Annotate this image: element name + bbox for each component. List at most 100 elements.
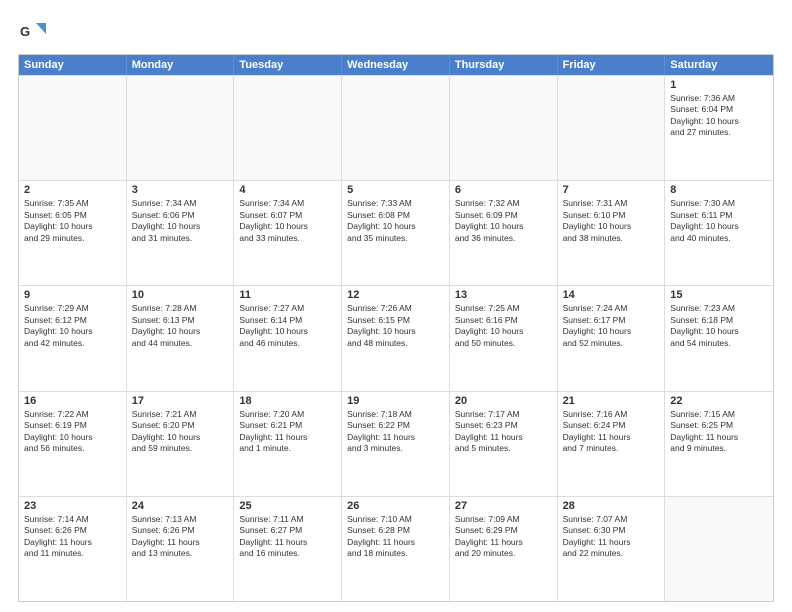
calendar-cell: 25Sunrise: 7:11 AM Sunset: 6:27 PM Dayli… [234,497,342,601]
calendar-row-0: 1 Sunrise: 7:36 AM Sunset: 6:04 PM Daylig… [19,75,773,180]
calendar-cell [234,76,342,180]
day-number: 16 [24,395,121,407]
calendar: SundayMondayTuesdayWednesdayThursdayFrid… [18,54,774,602]
day-number: 11 [239,289,336,301]
header-day-tuesday: Tuesday [234,55,342,75]
calendar-cell: 24 Sunrise: 7:13 AM Sunset: 6:26 PM Dayli… [127,497,235,601]
calendar-cell: 26 Sunrise: 7:10 AM Sunset: 6:28 PM Dayli… [342,497,450,601]
day-number: 15 [670,289,768,301]
calendar-row-1: 2 Sunrise: 7:35 AM Sunset: 6:05 PM Daylig… [19,180,773,285]
day-number: 3 [132,184,229,196]
calendar-row-2: 9 Sunrise: 7:29 AM Sunset: 6:12 PM Daylig… [19,285,773,390]
day-number: 19 [347,395,444,407]
day-number: 2 [24,184,121,196]
cell-details: Sunrise: 7:16 AM Sunset: 6:24 PM Dayligh… [563,409,660,455]
calendar-cell: 12 Sunrise: 7:26 AM Sunset: 6:15 PM Dayli… [342,286,450,390]
calendar-cell: 9 Sunrise: 7:29 AM Sunset: 6:12 PM Daylig… [19,286,127,390]
calendar-cell: 13 Sunrise: 7:25 AM Sunset: 6:16 PM Dayli… [450,286,558,390]
cell-details: Sunrise: 7:14 AM Sunset: 6:26 PM Dayligh… [24,514,121,560]
header-day-wednesday: Wednesday [342,55,450,75]
calendar-cell [127,76,235,180]
calendar-cell: 5 Sunrise: 7:33 AM Sunset: 6:08 PM Daylig… [342,181,450,285]
calendar-cell [558,76,666,180]
day-number: 14 [563,289,660,301]
calendar-cell: 1 Sunrise: 7:36 AM Sunset: 6:04 PM Daylig… [665,76,773,180]
cell-details: Sunrise: 7:15 AM Sunset: 6:25 PM Dayligh… [670,409,768,455]
header-day-thursday: Thursday [450,55,558,75]
calendar-cell: 10Sunrise: 7:28 AM Sunset: 6:13 PM Dayli… [127,286,235,390]
cell-details: Sunrise: 7:07 AM Sunset: 6:30 PM Dayligh… [563,514,660,560]
calendar-cell: 23 Sunrise: 7:14 AM Sunset: 6:26 PM Dayli… [19,497,127,601]
calendar-cell: 19 Sunrise: 7:18 AM Sunset: 6:22 PM Dayli… [342,392,450,496]
day-number: 13 [455,289,552,301]
cell-details: Sunrise: 7:33 AM Sunset: 6:08 PM Dayligh… [347,198,444,244]
calendar-body: 1 Sunrise: 7:36 AM Sunset: 6:04 PM Daylig… [19,75,773,601]
cell-details: Sunrise: 7:09 AM Sunset: 6:29 PM Dayligh… [455,514,552,560]
cell-details: Sunrise: 7:26 AM Sunset: 6:15 PM Dayligh… [347,303,444,349]
calendar-cell: 8 Sunrise: 7:30 AM Sunset: 6:11 PM Daylig… [665,181,773,285]
calendar-cell: 15Sunrise: 7:23 AM Sunset: 6:18 PM Dayli… [665,286,773,390]
cell-details: Sunrise: 7:29 AM Sunset: 6:12 PM Dayligh… [24,303,121,349]
day-number: 4 [239,184,336,196]
calendar-cell: 21 Sunrise: 7:16 AM Sunset: 6:24 PM Dayli… [558,392,666,496]
day-number: 10 [132,289,229,301]
calendar-cell: 17 Sunrise: 7:21 AM Sunset: 6:20 PM Dayli… [127,392,235,496]
cell-details: Sunrise: 7:11 AM Sunset: 6:27 PM Dayligh… [239,514,336,560]
cell-details: Sunrise: 7:30 AM Sunset: 6:11 PM Dayligh… [670,198,768,244]
calendar-cell: 16 Sunrise: 7:22 AM Sunset: 6:19 PM Dayli… [19,392,127,496]
day-number: 24 [132,500,229,512]
cell-details: Sunrise: 7:31 AM Sunset: 6:10 PM Dayligh… [563,198,660,244]
header: G [18,18,774,46]
calendar-cell: 20 Sunrise: 7:17 AM Sunset: 6:23 PM Dayli… [450,392,558,496]
cell-details: Sunrise: 7:13 AM Sunset: 6:26 PM Dayligh… [132,514,229,560]
day-number: 28 [563,500,660,512]
calendar-cell: 14 Sunrise: 7:24 AM Sunset: 6:17 PM Dayli… [558,286,666,390]
cell-details: Sunrise: 7:22 AM Sunset: 6:19 PM Dayligh… [24,409,121,455]
calendar-cell: 22 Sunrise: 7:15 AM Sunset: 6:25 PM Dayli… [665,392,773,496]
day-number: 26 [347,500,444,512]
day-number: 21 [563,395,660,407]
day-number: 8 [670,184,768,196]
calendar-cell [665,497,773,601]
calendar-cell: 7 Sunrise: 7:31 AM Sunset: 6:10 PM Daylig… [558,181,666,285]
svg-text:G: G [20,24,30,39]
calendar-cell: 3 Sunrise: 7:34 AM Sunset: 6:06 PM Daylig… [127,181,235,285]
calendar-cell [450,76,558,180]
logo-icon: G [18,18,46,46]
day-number: 9 [24,289,121,301]
day-number: 5 [347,184,444,196]
day-number: 23 [24,500,121,512]
cell-details: Sunrise: 7:32 AM Sunset: 6:09 PM Dayligh… [455,198,552,244]
cell-details: Sunrise: 7:20 AM Sunset: 6:21 PM Dayligh… [239,409,336,455]
day-number: 18 [239,395,336,407]
day-number: 20 [455,395,552,407]
calendar-cell: 11 Sunrise: 7:27 AM Sunset: 6:14 PM Dayli… [234,286,342,390]
calendar-cell [19,76,127,180]
day-number: 6 [455,184,552,196]
day-number: 7 [563,184,660,196]
cell-details: Sunrise: 7:27 AM Sunset: 6:14 PM Dayligh… [239,303,336,349]
cell-details: Sunrise: 7:17 AM Sunset: 6:23 PM Dayligh… [455,409,552,455]
page: G SundayMondayTuesdayWednesdayThursdayFr… [0,0,792,612]
day-number: 17 [132,395,229,407]
cell-details: Sunrise: 7:35 AM Sunset: 6:05 PM Dayligh… [24,198,121,244]
cell-details: Sunrise: 7:34 AM Sunset: 6:06 PM Dayligh… [132,198,229,244]
calendar-header: SundayMondayTuesdayWednesdayThursdayFrid… [19,55,773,75]
day-number: 22 [670,395,768,407]
cell-details: Sunrise: 7:25 AM Sunset: 6:16 PM Dayligh… [455,303,552,349]
header-day-saturday: Saturday [665,55,773,75]
calendar-cell: 4Sunrise: 7:34 AM Sunset: 6:07 PM Daylig… [234,181,342,285]
header-day-monday: Monday [127,55,235,75]
cell-details: Sunrise: 7:10 AM Sunset: 6:28 PM Dayligh… [347,514,444,560]
calendar-row-4: 23 Sunrise: 7:14 AM Sunset: 6:26 PM Dayli… [19,496,773,601]
cell-details: Sunrise: 7:36 AM Sunset: 6:04 PM Dayligh… [670,93,768,139]
header-day-sunday: Sunday [19,55,127,75]
header-day-friday: Friday [558,55,666,75]
cell-details: Sunrise: 7:21 AM Sunset: 6:20 PM Dayligh… [132,409,229,455]
cell-details: Sunrise: 7:24 AM Sunset: 6:17 PM Dayligh… [563,303,660,349]
calendar-cell: 28 Sunrise: 7:07 AM Sunset: 6:30 PM Dayli… [558,497,666,601]
day-number: 1 [670,79,768,91]
calendar-row-3: 16 Sunrise: 7:22 AM Sunset: 6:19 PM Dayli… [19,391,773,496]
day-number: 12 [347,289,444,301]
cell-details: Sunrise: 7:18 AM Sunset: 6:22 PM Dayligh… [347,409,444,455]
